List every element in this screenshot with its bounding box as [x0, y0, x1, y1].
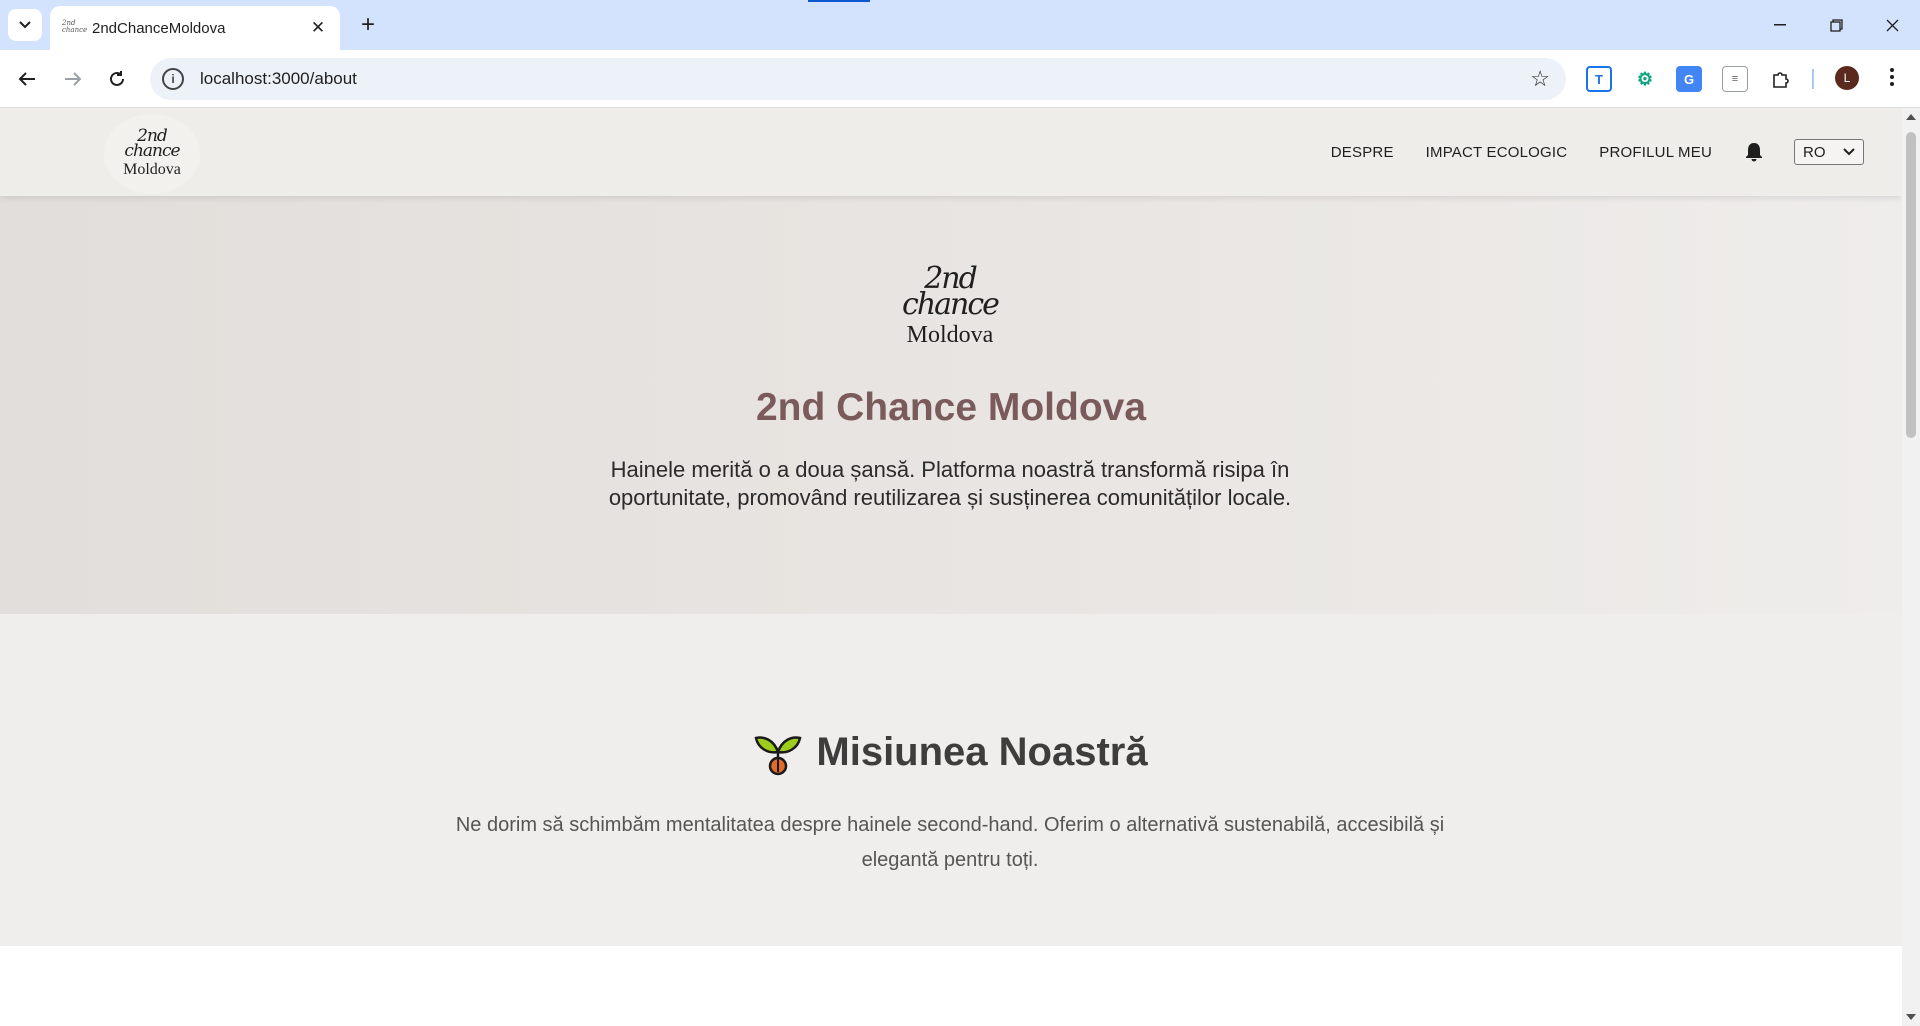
- logo-line-2: chance: [124, 141, 180, 161]
- bell-icon[interactable]: [1744, 141, 1764, 163]
- close-icon: [1886, 19, 1898, 31]
- window-controls: [1752, 0, 1920, 50]
- translate-extension-icon[interactable]: T: [1586, 66, 1612, 92]
- hero-title: 2nd Chance Moldova: [755, 386, 1147, 429]
- mission-text: Ne dorim să schimbăm mentalitatea despre…: [455, 814, 1445, 871]
- new-tab-button[interactable]: +: [353, 10, 383, 40]
- chevron-down-icon: [1843, 148, 1855, 156]
- page-scrollbar[interactable]: [1902, 108, 1920, 1026]
- hero-logo: 2nd chance Moldova: [880, 264, 1020, 366]
- browser-menu-icon[interactable]: [1882, 62, 1902, 92]
- hero-logo-line-3: Moldova: [906, 322, 994, 348]
- browser-tabbar: 2nd chance 2ndChanceMoldova ✕ +: [0, 0, 1920, 50]
- tab-title: 2ndChanceMoldova: [92, 19, 226, 37]
- chevron-down-icon: [19, 21, 31, 29]
- close-window-button[interactable]: [1864, 0, 1920, 50]
- browser-toolbar: i localhost:3000/about ☆ T ⚙ G ≡: [0, 50, 1920, 108]
- page-viewport: 2nd chance Moldova DESPRE IMPACT ECOLOGI…: [0, 108, 1902, 1026]
- site-favicon-icon: 2nd chance: [62, 19, 88, 34]
- logo-line-3: Moldova: [123, 161, 181, 178]
- language-select[interactable]: RO: [1794, 139, 1864, 165]
- hero-description: Hainele merită o a doua șansă. Platforma…: [608, 457, 1292, 510]
- next-section: [0, 946, 1902, 1026]
- nav-link-profilul-meu[interactable]: PROFILUL MEU: [1599, 144, 1712, 161]
- plus-icon: +: [360, 11, 375, 38]
- document-extension-icon[interactable]: ≡: [1722, 66, 1748, 92]
- minimize-icon: [1774, 24, 1786, 26]
- site-info-icon[interactable]: i: [162, 68, 184, 90]
- google-translate-extension-icon[interactable]: G: [1676, 66, 1702, 92]
- seedling-icon: [754, 736, 802, 776]
- hero-section: 2nd chance Moldova 2nd Chance Moldova Ha…: [0, 196, 1902, 614]
- forward-button[interactable]: [56, 62, 90, 96]
- toolbar-separator: [1812, 69, 1814, 89]
- restore-icon: [1829, 18, 1843, 32]
- main-nav: DESPRE IMPACT ECOLOGIC PROFILUL MEU RO: [1331, 108, 1902, 196]
- profile-avatar[interactable]: L: [1835, 66, 1859, 90]
- address-bar[interactable]: i localhost:3000/about ☆: [150, 58, 1566, 100]
- bookmark-star-icon[interactable]: ☆: [1530, 66, 1550, 92]
- url-text[interactable]: localhost:3000/about: [200, 69, 1530, 89]
- scroll-up-arrow-icon[interactable]: [1906, 114, 1916, 120]
- back-button[interactable]: [10, 62, 44, 96]
- scrollbar-thumb[interactable]: [1906, 132, 1916, 438]
- nav-link-impact-ecologic[interactable]: IMPACT ECOLOGIC: [1426, 144, 1568, 161]
- hero-logo-line-2: chance: [902, 287, 1000, 322]
- tab-search-button[interactable]: [8, 9, 42, 41]
- nav-link-despre[interactable]: DESPRE: [1331, 144, 1394, 161]
- arrow-right-icon: [65, 72, 82, 86]
- close-tab-icon[interactable]: ✕: [308, 18, 328, 38]
- site-header: 2nd chance Moldova DESPRE IMPACT ECOLOGI…: [0, 108, 1902, 196]
- extensions-puzzle-icon[interactable]: [1768, 66, 1794, 92]
- arrow-left-icon: [18, 72, 35, 86]
- language-selected-value: RO: [1803, 143, 1826, 161]
- browser-tab-active[interactable]: 2nd chance 2ndChanceMoldova ✕: [50, 6, 340, 50]
- tab-drag-indicator: [808, 0, 870, 2]
- header-logo[interactable]: 2nd chance Moldova: [104, 114, 200, 194]
- scroll-down-arrow-icon[interactable]: [1906, 1014, 1916, 1020]
- reload-icon: [110, 71, 124, 86]
- mission-section: Misiunea Noastră Ne dorim să schimbăm me…: [0, 614, 1902, 946]
- restore-button[interactable]: [1808, 0, 1864, 50]
- reload-button[interactable]: [100, 62, 134, 96]
- mission-heading: Misiunea Noastră: [0, 728, 1902, 776]
- chatgpt-extension-icon[interactable]: ⚙: [1632, 66, 1658, 92]
- minimize-button[interactable]: [1752, 0, 1808, 50]
- mission-title: Misiunea Noastră: [816, 729, 1148, 774]
